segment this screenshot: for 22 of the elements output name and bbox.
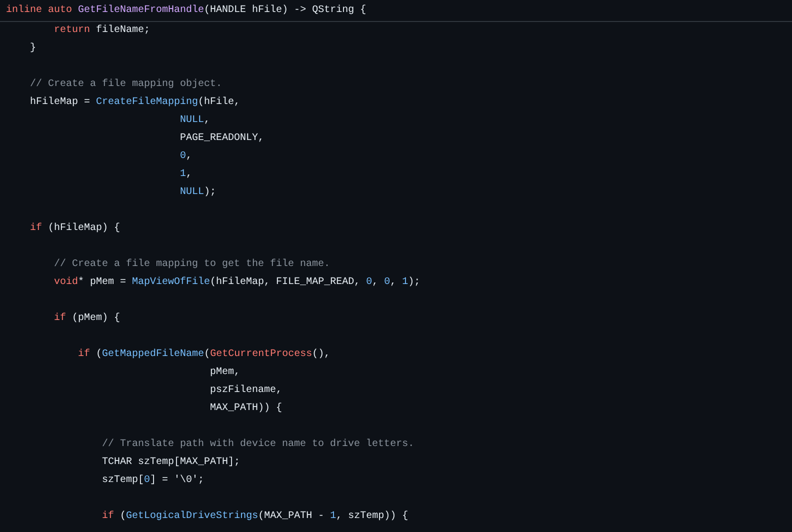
code-line: if (hFileMap) { xyxy=(29,222,122,236)
code-line: pMem, xyxy=(209,366,242,380)
code-comment: // Create a file mapping to get the file name. xyxy=(53,258,332,272)
function-signature: inline auto GetFileNameFromHandle(HANDLE hFile) -> QString { xyxy=(6,4,366,18)
code-line: return fileName; xyxy=(53,24,152,38)
code-line: NULL, xyxy=(179,114,212,128)
code-line: void* pMem = MapViewOfFile(hFileMap, FILE_MAP_READ, 0, 0, 1); xyxy=(53,276,422,290)
code-line: hFileMap = CreateFileMapping(hFile, xyxy=(29,96,242,110)
code-line: 1, xyxy=(179,168,194,182)
code-line: if (pMem) { xyxy=(53,312,122,326)
code-line: NULL); xyxy=(179,186,218,200)
code-line: szTemp[0] = '\0'; xyxy=(101,474,206,488)
code-line: MAX_PATH)) { xyxy=(209,402,284,416)
code-line: 0, xyxy=(179,150,194,164)
code-line: PAGE_READONLY, xyxy=(179,132,266,146)
code-comment: // Translate path with device name to drive letters. xyxy=(101,438,416,452)
code-line: if (GetLogicalDriveStrings(MAX_PATH - 1, szTemp)) { xyxy=(101,510,410,524)
code-line: if (GetMappedFileName(GetCurrentProcess(), xyxy=(77,348,332,362)
code-line: } xyxy=(29,42,38,56)
code-comment: // Create a file mapping object. xyxy=(29,78,224,92)
code-line: TCHAR szTemp[MAX_PATH]; xyxy=(101,456,242,470)
code-line: pszFilename, xyxy=(209,384,284,398)
